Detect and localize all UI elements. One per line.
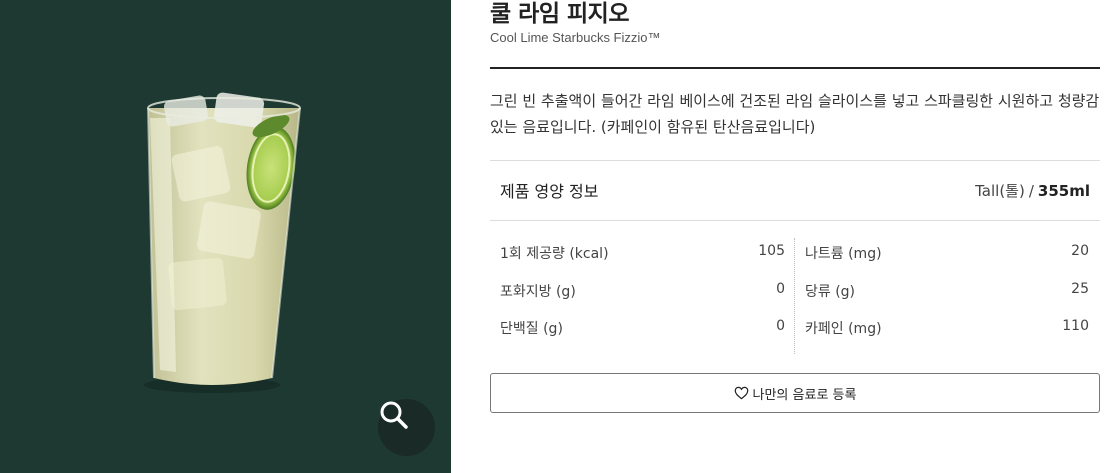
nutrition-column-divider xyxy=(794,238,795,354)
nutrition-value-protein: 0 xyxy=(776,318,785,334)
product-name: 쿨 라임 피지오 xyxy=(490,1,629,27)
product-name-english: Cool Lime Starbucks Fizzio™ xyxy=(490,30,661,45)
heart-icon xyxy=(734,386,749,400)
size-label: Tall(톨) xyxy=(975,182,1025,200)
nutrition-value-sugar: 25 xyxy=(1071,281,1089,297)
nutrition-label-saturated-fat: 포화지방 (g) xyxy=(500,284,576,300)
nutrition-value-saturated-fat: 0 xyxy=(776,281,785,297)
volume-label: 355ml xyxy=(1037,182,1090,200)
size-separator: / xyxy=(1028,182,1034,200)
nutrition-value-sodium: 20 xyxy=(1071,243,1089,259)
divider xyxy=(490,160,1100,161)
product-image-panel xyxy=(0,0,451,473)
register-my-drink-button[interactable]: 나만의 음료로 등록 xyxy=(490,373,1100,413)
nutrition-label-caffeine: 카페인 (mg) xyxy=(805,321,882,337)
nutrition-label-sugar: 당류 (g) xyxy=(805,284,856,300)
nutrition-label-kcal: 1회 제공량 (kcal) xyxy=(500,246,609,262)
nutrition-value-kcal: 105 xyxy=(758,243,785,259)
nutrition-label-sodium: 나트륨 (mg) xyxy=(805,246,882,262)
divider xyxy=(490,220,1100,221)
size-info: Tall(톨)/355ml xyxy=(975,180,1090,201)
nutrition-title: 제품 영양 정보 xyxy=(500,182,599,201)
nutrition-label-protein: 단백질 (g) xyxy=(500,321,563,337)
product-description: 그린 빈 추출액이 들어간 라임 베이스에 건조된 라임 슬라이스를 넣고 스파… xyxy=(490,92,1100,136)
zoom-button[interactable] xyxy=(378,399,435,456)
nutrition-value-caffeine: 110 xyxy=(1062,318,1089,334)
title-divider xyxy=(490,67,1100,69)
register-button-label: 나만의 음료로 등록 xyxy=(752,387,857,403)
